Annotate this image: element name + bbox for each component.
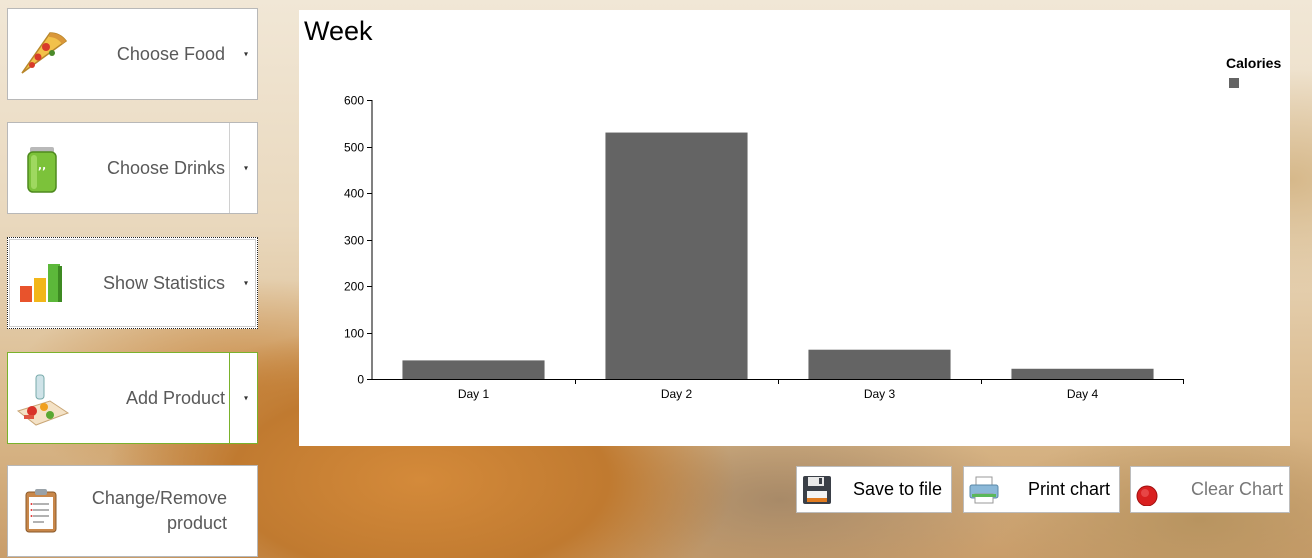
change-remove-product-button[interactable]: Change/Remove product bbox=[7, 465, 258, 557]
show-statistics-label: Show Statistics bbox=[102, 272, 225, 293]
choose-food-button[interactable]: Choose Food ▾ bbox=[7, 8, 258, 100]
svg-text:ʼʼ: ʼʼ bbox=[38, 165, 46, 178]
x-tick-label: Day 2 bbox=[661, 387, 693, 401]
calories-bar-chart: 0 100 200 300 400 500 600 Day 1 Day 2 Day 3 Day 4 bbox=[344, 94, 1184, 401]
clipboard-icon bbox=[25, 489, 57, 533]
print-chart-button[interactable]: Print chart bbox=[963, 466, 1120, 513]
print-chart-label: Print chart bbox=[1027, 479, 1110, 499]
x-tick-label: Day 4 bbox=[1067, 387, 1099, 401]
y-tick-label: 400 bbox=[344, 187, 364, 201]
y-tick-label: 100 bbox=[344, 327, 364, 341]
chevron-down-icon[interactable]: ▾ bbox=[244, 50, 248, 59]
reset-icon bbox=[1136, 485, 1158, 506]
y-tick-label: 300 bbox=[344, 234, 364, 248]
x-tick-label: Day 1 bbox=[458, 387, 490, 401]
add-product-label: Add Product bbox=[125, 387, 225, 408]
printer-icon bbox=[969, 476, 999, 504]
save-to-file-label: Save to file bbox=[852, 479, 942, 499]
split-divider bbox=[229, 123, 230, 213]
bar-day-3 bbox=[808, 349, 951, 379]
clear-chart-label: Clear Chart bbox=[1190, 479, 1283, 499]
show-statistics-button[interactable]: Show Statistics ▾ bbox=[7, 237, 258, 329]
x-tick-label: Day 3 bbox=[864, 387, 896, 401]
pizza-icon bbox=[21, 32, 68, 74]
bar-day-4 bbox=[1011, 368, 1154, 379]
y-tick-label: 0 bbox=[357, 373, 364, 387]
change-remove-label-line2: product bbox=[166, 513, 227, 533]
bar-chart-icon bbox=[20, 264, 62, 302]
change-remove-product-label: Change/Remove product bbox=[92, 466, 227, 556]
y-tick-label: 200 bbox=[344, 280, 364, 294]
split-divider bbox=[229, 353, 230, 443]
y-tick-label: 500 bbox=[344, 141, 364, 155]
floppy-disk-icon bbox=[803, 476, 831, 504]
change-remove-label-line1: Change/Remove bbox=[91, 488, 227, 508]
save-to-file-button[interactable]: Save to file bbox=[796, 466, 952, 513]
choose-drinks-label: Choose Drinks bbox=[106, 157, 225, 178]
choose-food-label: Choose Food bbox=[116, 43, 225, 64]
clear-chart-button[interactable]: Clear Chart bbox=[1130, 466, 1290, 513]
choose-drinks-button[interactable]: ʼʼ Choose Drinks ▾ bbox=[7, 122, 258, 214]
bar-day-2 bbox=[605, 132, 748, 379]
chevron-down-icon[interactable]: ▾ bbox=[244, 279, 248, 288]
chevron-down-icon[interactable]: ▾ bbox=[244, 394, 248, 403]
chevron-down-icon[interactable]: ▾ bbox=[244, 164, 248, 173]
chart-panel: Week Calories 0 100 200 300 400 500 600 Day 1 Da… bbox=[299, 10, 1290, 446]
y-tick-label: 600 bbox=[344, 94, 364, 108]
bar-day-1 bbox=[402, 360, 545, 379]
soda-can-icon: ʼʼ bbox=[27, 147, 57, 193]
food-plate-icon bbox=[16, 374, 70, 426]
add-product-button[interactable]: Add Product ▾ bbox=[7, 352, 258, 444]
